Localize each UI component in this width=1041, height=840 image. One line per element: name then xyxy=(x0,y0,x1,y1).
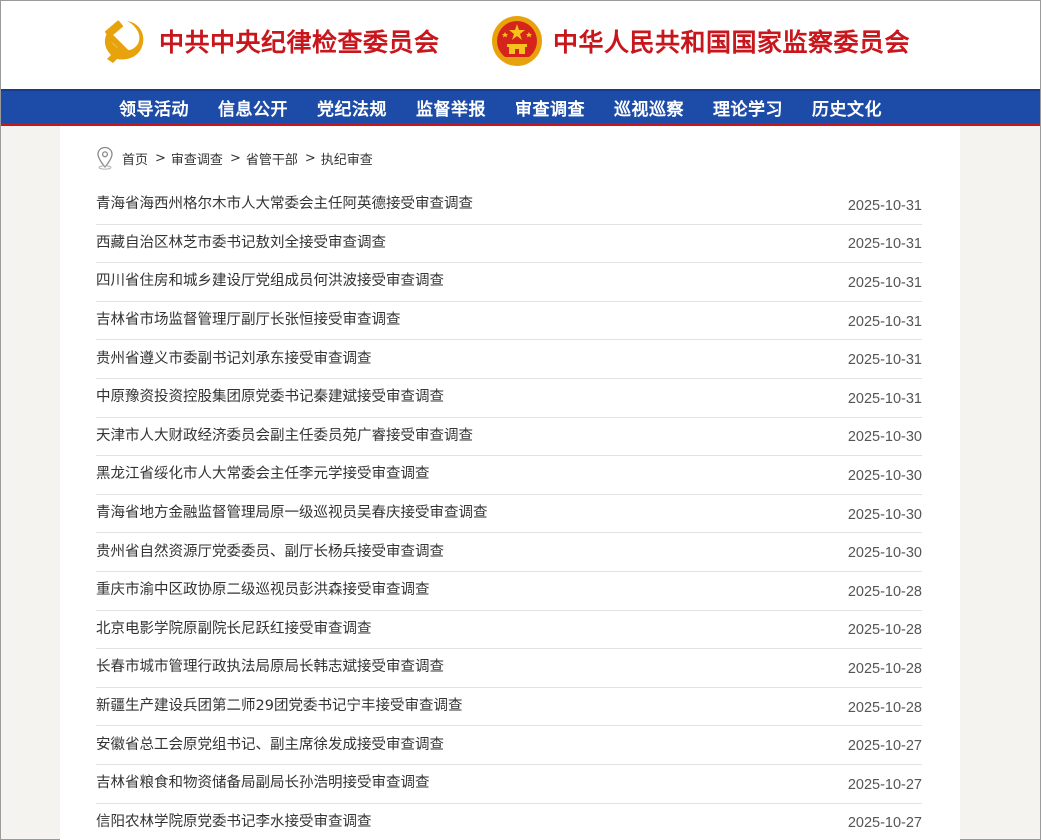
article-date: 2025-10-31 xyxy=(847,274,922,291)
article-date: 2025-10-27 xyxy=(847,776,922,793)
article-date: 2025-10-28 xyxy=(847,660,922,677)
list-item: 贵州省遵义市委副书记刘承东接受审查调查 2025-10-31 xyxy=(96,340,922,379)
breadcrumb-link[interactable]: 执纪审查 xyxy=(321,149,373,168)
list-item: 贵州省自然资源厅党委委员、副厅长杨兵接受审查调查 2025-10-30 xyxy=(96,533,922,572)
article-link[interactable]: 信阳农林学院原党委书记李水接受审查调查 xyxy=(96,810,372,831)
main-nav: 领导活动 信息公开 党纪法规 监督举报 审查调查 巡视巡察 理论学习 历史文化 xyxy=(1,89,1040,126)
breadcrumb-link[interactable]: 首页 xyxy=(122,149,148,168)
article-link[interactable]: 青海省海西州格尔木市人大常委会主任阿英德接受审查调查 xyxy=(96,192,473,213)
nav-item[interactable]: 监督举报 xyxy=(416,95,486,120)
list-item: 四川省住房和城乡建设厅党组成员何洪波接受审查调查 2025-10-31 xyxy=(96,263,922,302)
article-date: 2025-10-30 xyxy=(847,506,922,523)
list-item: 黑龙江省绥化市人大常委会主任李元学接受审查调查 2025-10-30 xyxy=(96,456,922,495)
nsc-title: 中华人民共和国国家监察委员会 xyxy=(553,28,911,57)
list-item: 长春市城市管理行政执法局原局长韩志斌接受审查调查 2025-10-28 xyxy=(96,649,922,688)
breadcrumb-separator: > xyxy=(229,150,241,166)
nav-item[interactable]: 党纪法规 xyxy=(317,95,387,120)
location-pin-icon xyxy=(97,146,113,170)
list-item: 西藏自治区林芝市委书记敖刘全接受审查调查 2025-10-31 xyxy=(96,225,922,264)
nav-item[interactable]: 领导活动 xyxy=(119,95,189,120)
article-link[interactable]: 天津市人大财政经济委员会副主任委员苑广睿接受审查调查 xyxy=(96,424,473,445)
list-item: 吉林省市场监督管理厅副厅长张恒接受审查调查 2025-10-31 xyxy=(96,302,922,341)
article-link[interactable]: 西藏自治区林芝市委书记敖刘全接受审查调查 xyxy=(96,231,386,252)
article-link[interactable]: 四川省住房和城乡建设厅党组成员何洪波接受审查调查 xyxy=(96,269,444,290)
nav-list: 领导活动 信息公开 党纪法规 监督举报 审查调查 巡视巡察 理论学习 历史文化 xyxy=(119,95,911,120)
article-date: 2025-10-28 xyxy=(847,699,922,716)
breadcrumb-link[interactable]: 审查调查 xyxy=(171,149,223,168)
article-date: 2025-10-31 xyxy=(847,390,922,407)
article-date: 2025-10-31 xyxy=(847,236,922,253)
breadcrumb-separator: > xyxy=(155,150,166,166)
article-link[interactable]: 中原豫资投资控股集团原党委书记秦建斌接受审查调查 xyxy=(96,385,444,406)
list-item: 中原豫资投资控股集团原党委书记秦建斌接受审查调查 2025-10-31 xyxy=(96,379,922,418)
article-date: 2025-10-30 xyxy=(847,545,922,562)
article-date: 2025-10-30 xyxy=(847,467,922,484)
article-link[interactable]: 贵州省遵义市委副书记刘承东接受审查调查 xyxy=(96,347,372,368)
breadcrumb-separator: > xyxy=(304,150,316,166)
article-date: 2025-10-30 xyxy=(847,429,922,446)
main-content: 首页 > 审查调查 > 省管干部 > 执纪审查 青海省海西州格尔木市人大常委会主任阿英德接受… xyxy=(60,126,960,840)
article-link[interactable]: 新疆生产建设兵团第二师29团党委书记宁丰接受审查调查 xyxy=(96,694,462,715)
list-item: 重庆市渝中区政协原二级巡视员彭洪森接受审查调查 2025-10-28 xyxy=(96,572,922,611)
article-link[interactable]: 安徽省总工会原党组书记、副主席徐发成接受审查调查 xyxy=(96,733,444,754)
list-item: 青海省海西州格尔木市人大常委会主任阿英德接受审查调查 2025-10-31 xyxy=(96,186,922,225)
article-date: 2025-10-31 xyxy=(847,352,922,369)
article-date: 2025-10-31 xyxy=(847,197,922,214)
article-date: 2025-10-31 xyxy=(847,313,922,330)
list-item: 北京电影学院原副院长尼跃红接受审查调查 2025-10-28 xyxy=(96,611,922,650)
list-item: 吉林省粮食和物资储备局副局长孙浩明接受审查调查 2025-10-27 xyxy=(96,765,922,804)
nav-item[interactable]: 历史文化 xyxy=(812,95,882,120)
article-link[interactable]: 重庆市渝中区政协原二级巡视员彭洪森接受审查调查 xyxy=(96,578,430,599)
article-date: 2025-10-28 xyxy=(847,583,922,600)
article-link[interactable]: 吉林省粮食和物资储备局副局长孙浩明接受审查调查 xyxy=(96,771,430,792)
nav-item[interactable]: 巡视巡察 xyxy=(614,95,684,120)
nav-item[interactable]: 信息公开 xyxy=(218,95,288,120)
article-link[interactable]: 黑龙江省绥化市人大常委会主任李元学接受审查调查 xyxy=(96,462,430,483)
article-link[interactable]: 贵州省自然资源厅党委委员、副厅长杨兵接受审查调查 xyxy=(96,540,444,561)
article-link[interactable]: 青海省地方金融监督管理局原一级巡视员吴春庆接受审查调查 xyxy=(96,501,488,522)
article-link[interactable]: 吉林省市场监督管理厅副厅长张恒接受审查调查 xyxy=(96,308,401,329)
nav-item[interactable]: 理论学习 xyxy=(713,95,783,120)
breadcrumb: 首页 > 审查调查 > 省管干部 > 执纪审查 xyxy=(96,146,373,170)
article-date: 2025-10-28 xyxy=(847,622,922,639)
article-list: 青海省海西州格尔木市人大常委会主任阿英德接受审查调查 2025-10-31 西藏自治… xyxy=(96,186,922,840)
list-item: 安徽省总工会原党组书记、副主席徐发成接受审查调查 2025-10-27 xyxy=(96,726,922,765)
national-emblem-icon xyxy=(492,16,542,66)
article-date: 2025-10-27 xyxy=(847,815,922,832)
article-date: 2025-10-27 xyxy=(847,738,922,755)
breadcrumb-link[interactable]: 省管干部 xyxy=(246,149,298,168)
article-link[interactable]: 长春市城市管理行政执法局原局长韩志斌接受审查调查 xyxy=(96,655,444,676)
list-item: 青海省地方金融监督管理局原一级巡视员吴春庆接受审查调查 2025-10-30 xyxy=(96,495,922,534)
article-link[interactable]: 北京电影学院原副院长尼跃红接受审查调查 xyxy=(96,617,372,638)
party-emblem-icon xyxy=(104,20,144,63)
nav-item[interactable]: 审查调查 xyxy=(515,95,585,120)
list-item: 天津市人大财政经济委员会副主任委员苑广睿接受审查调查 2025-10-30 xyxy=(96,418,922,457)
list-item: 新疆生产建设兵团第二师29团党委书记宁丰接受审查调查 2025-10-28 xyxy=(96,688,922,727)
nsc-logo[interactable]: 中华人民共和国国家监察委员会 xyxy=(491,15,910,67)
ccdi-logo[interactable]: 中共中央纪律检查委员会 xyxy=(97,15,440,67)
ccdi-title: 中共中央纪律检查委员会 xyxy=(159,28,440,57)
site-header: 中共中央纪律检查委员会 中华人民共和国国家监察委员会 xyxy=(1,1,1040,89)
list-item: 信阳农林学院原党委书记李水接受审查调查 2025-10-27 xyxy=(96,804,922,840)
